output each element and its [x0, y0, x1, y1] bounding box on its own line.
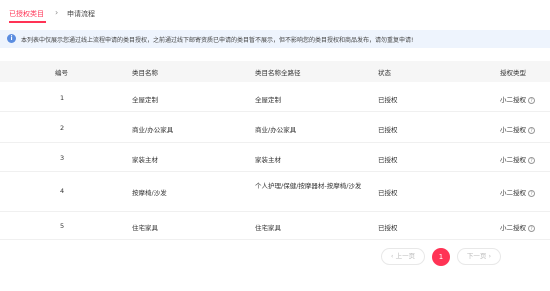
help-icon[interactable]: ? [528, 97, 535, 104]
row-name: 住宅家具 [132, 224, 158, 232]
header-category-path: 类目名称全路径 [255, 69, 301, 77]
table-row: 4 按摩椅/沙发 个人护理/保健/按摩器材-按摩椅/沙发 已授权 小二授权? [0, 172, 550, 212]
table-header: 编号 类目名称 类目名称全路径 状态 授权类型 [0, 61, 550, 82]
table-row: 5 住宅家具 住宅家具 已授权 小二授权? [0, 212, 550, 240]
row-path: 家装主材 [255, 156, 281, 164]
notice-text: 本列表中仅展示您通过线上流程申请的类目授权，之前通过线下邮寄资质已申请的类目暂不… [21, 37, 414, 44]
page-1-button[interactable]: 1 [432, 248, 450, 266]
table-row: 3 家装主材 家装主材 已授权 小二授权? [0, 143, 550, 172]
next-page-button[interactable]: 下一页 › [457, 248, 501, 265]
row-status: 已授权 [378, 126, 398, 134]
help-icon[interactable]: ? [528, 190, 535, 197]
row-path: 住宅家具 [255, 224, 281, 232]
notice-banner: i 本列表中仅展示您通过线上流程申请的类目授权，之前通过线下邮寄资质已申请的类目… [0, 30, 550, 48]
table-row: 2 商业/办公家具 商业/办公家具 已授权 小二授权? [0, 112, 550, 143]
row-auth-type: 小二授权? [500, 124, 535, 134]
info-icon: i [7, 34, 16, 43]
row-path: 个人护理/保健/按摩器材-按摩椅/沙发 [255, 182, 362, 190]
row-id: 2 [60, 124, 65, 132]
row-name: 全屋定制 [132, 96, 158, 104]
row-id: 1 [60, 94, 65, 102]
help-icon[interactable]: ? [528, 225, 535, 232]
active-tab-indicator [9, 21, 46, 23]
row-auth-type: 小二授权? [500, 222, 535, 232]
row-auth-type: 小二授权? [500, 187, 535, 197]
tab-authorized-categories[interactable]: 已授权类目 [9, 9, 44, 19]
row-id: 3 [60, 154, 65, 162]
row-id: 4 [60, 187, 65, 195]
row-status: 已授权 [378, 189, 398, 197]
row-path: 全屋定制 [255, 96, 281, 104]
table-row: 1 全屋定制 全屋定制 已授权 小二授权? [0, 82, 550, 112]
tab-application-process[interactable]: 申请流程 [67, 9, 95, 19]
header-auth-type: 授权类型 [500, 69, 526, 77]
row-auth-type: 小二授权? [500, 154, 535, 164]
chevron-right-icon: › [55, 8, 59, 17]
header-category-name: 类目名称 [132, 69, 158, 77]
prev-page-button[interactable]: ‹ 上一页 [381, 248, 425, 265]
row-auth-type: 小二授权? [500, 94, 535, 104]
row-name: 按摩椅/沙发 [132, 189, 167, 197]
row-status: 已授权 [378, 96, 398, 104]
header-status: 状态 [378, 69, 391, 77]
row-name: 家装主材 [132, 156, 158, 164]
header-id: 编号 [55, 69, 68, 77]
row-path: 商业/办公家具 [255, 126, 297, 134]
row-status: 已授权 [378, 156, 398, 164]
row-status: 已授权 [378, 224, 398, 232]
row-name: 商业/办公家具 [132, 126, 174, 134]
help-icon[interactable]: ? [528, 157, 535, 164]
tab-bar: 已授权类目 › 申请流程 [0, 0, 550, 28]
help-icon[interactable]: ? [528, 127, 535, 134]
row-id: 5 [60, 222, 65, 230]
